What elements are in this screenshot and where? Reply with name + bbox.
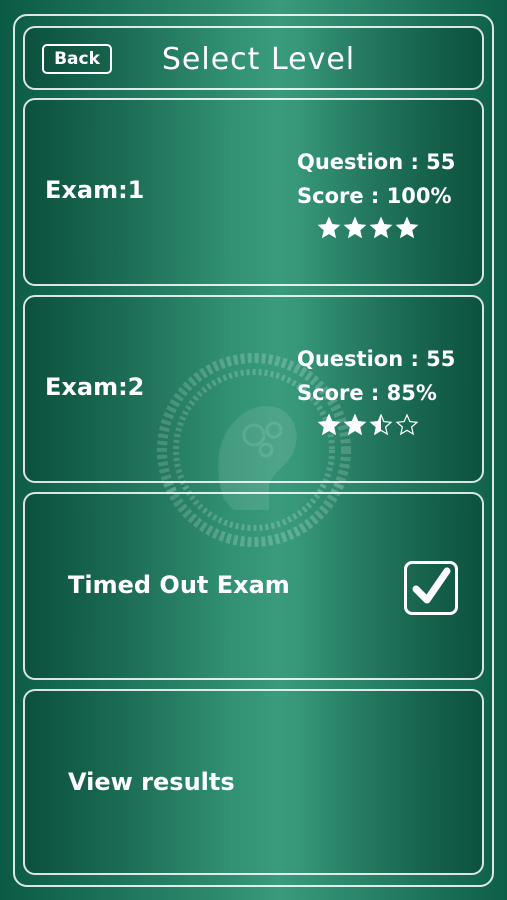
exam-card-1[interactable]: Exam:1 Question : 55 Score : 100% bbox=[23, 98, 484, 286]
timed-out-label: Timed Out Exam bbox=[68, 571, 290, 599]
score-label: Score : 85% bbox=[297, 381, 437, 405]
star-rating bbox=[317, 216, 419, 240]
view-results-label: View results bbox=[68, 768, 235, 796]
star-icon bbox=[369, 413, 393, 436]
header-bar: Back Select Level bbox=[23, 26, 484, 90]
question-count: Question : 55 bbox=[297, 150, 456, 174]
star-icon bbox=[343, 216, 367, 239]
page-title: Select Level bbox=[161, 42, 356, 77]
exam-card-2[interactable]: Exam:2 Question : 55 Score : 85% bbox=[23, 295, 484, 483]
star-icon bbox=[395, 413, 419, 436]
timed-out-exam-card[interactable]: Timed Out Exam bbox=[23, 492, 484, 680]
star-icon bbox=[317, 413, 341, 436]
score-label: Score : 100% bbox=[297, 184, 452, 208]
star-icon bbox=[317, 216, 341, 239]
timed-out-checkbox[interactable] bbox=[404, 561, 458, 615]
view-results-card[interactable]: View results bbox=[23, 689, 484, 875]
star-icon bbox=[369, 216, 393, 239]
question-count: Question : 55 bbox=[297, 347, 456, 371]
exam-label: Exam:2 bbox=[45, 373, 145, 401]
star-rating bbox=[317, 413, 419, 437]
star-icon bbox=[343, 413, 367, 436]
exam-label: Exam:1 bbox=[45, 176, 145, 204]
checkmark-icon bbox=[412, 567, 451, 604]
star-icon bbox=[395, 216, 419, 239]
